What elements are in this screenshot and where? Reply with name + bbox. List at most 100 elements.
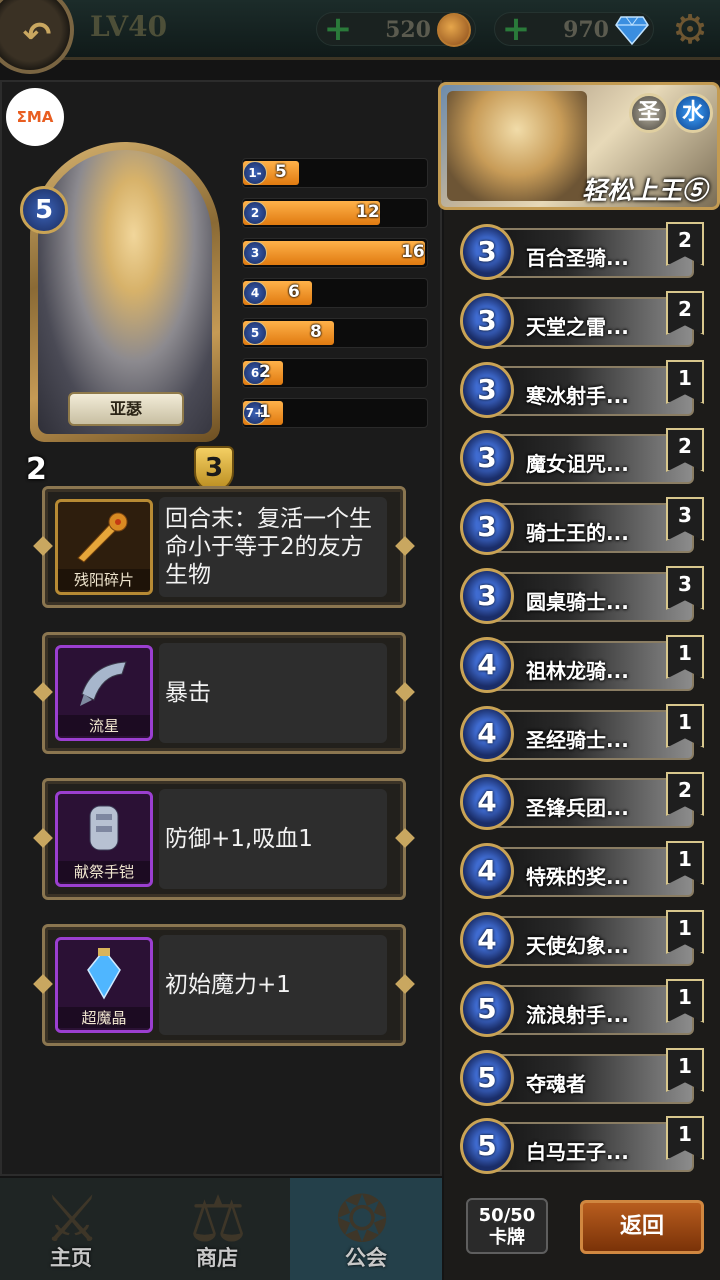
deck-card[interactable]: 圣锋兵团... 4 2	[460, 772, 704, 830]
deck-card-name: 圆桌骑士...	[526, 590, 629, 614]
ornament-left	[33, 828, 53, 848]
card-count-button[interactable]: 50/50 卡牌	[466, 1198, 548, 1254]
mana-curve-row: 46	[242, 278, 428, 308]
equipment-name: 超魔晶	[58, 1007, 150, 1028]
equipment-description: 回合末：复活一个生命小于等于2的友方生物	[159, 497, 387, 597]
deck-header[interactable]: 圣 水 轻松上王⑤	[438, 82, 720, 210]
mana-curve-count: 2	[259, 362, 271, 382]
deck-card-cost: 3	[460, 224, 514, 280]
mana-curve: 1- 5 2 12 3 16 4 6 5 8 6 2 7+ 1	[242, 158, 428, 438]
ornament-right	[395, 828, 415, 848]
tab-shop-label: 商店	[196, 1246, 238, 1270]
deck-card-cost: 4	[460, 843, 514, 899]
deck-card-cost: 3	[460, 430, 514, 486]
gem-counter: + 970	[494, 12, 654, 46]
deck-card[interactable]: 魔女诅咒... 3 2	[460, 428, 704, 486]
equipment-description: 初始魔力+1	[159, 935, 387, 1035]
mana-curve-bar	[243, 241, 425, 265]
gear-icon[interactable]: ⚙	[670, 10, 710, 50]
card-count-label: 卡牌	[489, 1227, 525, 1248]
hero-cost-badge: 5	[20, 186, 68, 234]
coin-icon	[437, 13, 471, 47]
gem-amount: 970	[563, 17, 609, 43]
tab-guild-label: 公会	[345, 1246, 387, 1270]
deck-card-name: 特殊的奖...	[526, 865, 629, 889]
deck-card-name: 祖林龙骑...	[526, 659, 629, 683]
equipment-slot[interactable]: 流星 暴击	[33, 632, 415, 754]
deck-card[interactable]: 圆桌骑士... 3 3	[460, 566, 704, 624]
water-faction-badge: 水	[673, 93, 713, 133]
equipment-slot[interactable]: 献祭手铠 防御+1,吸血1	[33, 778, 415, 900]
deck-card[interactable]: 寒冰射手... 3 1	[460, 360, 704, 418]
deck-card[interactable]: 夺魂者 5 1	[460, 1048, 704, 1106]
mana-curve-cost: 1-	[243, 161, 267, 185]
deck-card[interactable]: 圣经骑士... 4 1	[460, 704, 704, 762]
gold-counter: + 520	[316, 12, 476, 47]
deck-card-name: 白马王子...	[526, 1140, 629, 1164]
equipment-icon: 残阳碎片	[55, 499, 153, 595]
equipment-icon: 献祭手铠	[55, 791, 153, 887]
deck-panel: 圣 水 轻松上王⑤ 百合圣骑... 3 2 天堂之雷... 3 2 寒冰射手... 3 1 魔女诅…	[438, 80, 720, 1280]
equipment-description: 防御+1,吸血1	[159, 789, 387, 889]
deck-card-cost: 5	[460, 1050, 514, 1106]
top-bar: ↶ LV40 + 520 + 970 ⚙	[0, 0, 720, 74]
equipment-name: 献祭手铠	[58, 861, 150, 882]
deck-card-cost: 4	[460, 774, 514, 830]
deck-card[interactable]: 祖林龙骑... 4 1	[460, 635, 704, 693]
ornament-left	[33, 682, 53, 702]
mana-curve-count: 1	[259, 402, 271, 422]
deck-card-cost: 3	[460, 362, 514, 418]
mana-curve-count: 16	[401, 242, 425, 262]
deck-card-name: 流浪射手...	[526, 1003, 629, 1027]
return-button[interactable]: 返回	[580, 1200, 704, 1254]
equipment-slot[interactable]: 残阳碎片 回合末：复活一个生命小于等于2的友方生物	[33, 486, 415, 608]
player-level: LV40	[90, 10, 168, 43]
tab-guild[interactable]: ❂ 公会	[290, 1178, 442, 1280]
mana-curve-row: 58	[242, 318, 428, 348]
add-gems-button[interactable]: +	[501, 12, 531, 46]
mana-curve-cost: 5	[243, 321, 267, 345]
deck-card-cost: 5	[460, 981, 514, 1037]
deck-card[interactable]: 白马王子... 5 1	[460, 1116, 704, 1174]
deck-card-cost: 3	[460, 499, 514, 555]
mana-curve-count: 12	[356, 202, 380, 222]
mana-curve-row: 7+ 1	[242, 398, 428, 428]
hero-detail-panel: ΣMA 5 亚瑟 2 3 1- 5 2 12 3 16 4 6 5 8 6 2 7+ 1 残阳碎片 回合末：…	[0, 80, 442, 1176]
hero-card[interactable]: 5 亚瑟 2 3	[20, 122, 234, 492]
mana-curve-cost: 4	[243, 281, 267, 305]
mana-curve-row: 62	[242, 358, 428, 388]
mana-curve-cost: 3	[243, 241, 267, 265]
ornament-left	[33, 536, 53, 556]
deck-card-cost: 3	[460, 568, 514, 624]
hero-name: 亚瑟	[68, 392, 184, 426]
equipment-description: 暴击	[159, 643, 387, 743]
deck-card-name: 天堂之雷...	[526, 315, 629, 339]
equipment-icon: 超魔晶	[55, 937, 153, 1033]
back-button[interactable]: ↶	[0, 0, 74, 74]
holy-faction-badge: 圣	[629, 93, 669, 133]
mana-curve-count: 6	[288, 282, 300, 302]
deck-card-name: 圣经骑士...	[526, 728, 629, 752]
deck-card-name: 圣锋兵团...	[526, 796, 629, 820]
deck-card-cost: 4	[460, 706, 514, 762]
deck-card[interactable]: 骑士王的... 3 3	[460, 497, 704, 555]
deck-card[interactable]: 流浪射手... 5 1	[460, 979, 704, 1037]
deck-card[interactable]: 特殊的奖... 4 1	[460, 841, 704, 899]
gold-amount: 520	[385, 17, 431, 43]
deck-card-cost: 5	[460, 1118, 514, 1174]
mana-curve-count: 5	[275, 162, 287, 182]
tab-home[interactable]: ⚔ 主页	[0, 1178, 142, 1280]
bottom-tab-bar: ⚔ 主页 ⚖ 商店 ❂ 公会	[0, 1178, 442, 1280]
tab-home-label: 主页	[50, 1246, 92, 1270]
deck-title: 轻松上王⑤	[581, 176, 707, 205]
deck-card-name: 百合圣骑...	[526, 246, 629, 270]
meteor-icon	[80, 661, 127, 706]
add-gold-button[interactable]: +	[323, 12, 353, 46]
equipment-slot[interactable]: 超魔晶 初始魔力+1	[33, 924, 415, 1046]
deck-card[interactable]: 天堂之雷... 3 2	[460, 291, 704, 349]
deck-card[interactable]: 天使幻象... 4 1	[460, 910, 704, 968]
deck-card-name: 魔女诅咒...	[526, 452, 629, 476]
deck-card[interactable]: 百合圣骑... 3 2	[460, 222, 704, 280]
tab-shop[interactable]: ⚖ 商店	[146, 1178, 288, 1280]
deck-card-cost: 4	[460, 912, 514, 968]
